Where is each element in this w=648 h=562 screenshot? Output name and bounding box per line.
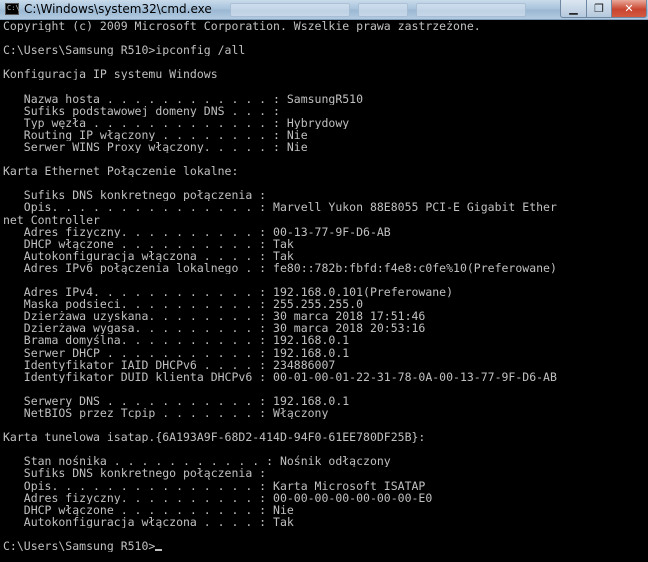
text-cursor — [155, 549, 163, 552]
background-window-tab — [230, 3, 350, 17]
console-line: DHCP włączone . . . . . . . . . . : Nie — [3, 503, 294, 516]
close-icon: ✕ — [624, 2, 634, 15]
console-line: Typ węzła . . . . . . . . . . . . . : Hy… — [3, 116, 350, 129]
console-line: Dzierżawa uzyskana. . . . . . . . : 30 m… — [3, 310, 426, 323]
maximize-icon: ❐ — [594, 2, 604, 15]
console-line: Sufiks DNS konkretnego połączenia : — [3, 467, 267, 480]
console-line: Identyfikator DUID klienta DHCPv6 : 00-0… — [3, 370, 557, 383]
console-line: Konfiguracja IP systemu Windows — [3, 68, 218, 81]
console-line: Sufiks DNS konkretnego połączenia : — [3, 189, 267, 202]
title-bar[interactable]: C:\ C:\Windows\system32\cmd.exe ▁ ❐ ✕ — [0, 0, 648, 20]
console-line: net Controller — [3, 213, 100, 226]
background-window-tab — [358, 3, 408, 17]
cmd-icon[interactable]: C:\ — [5, 3, 20, 15]
console-line: Copyright (c) 2009 Microsoft Corporation… — [3, 20, 481, 33]
console-line: Adres IPv6 połączenia lokalnego . : fe80… — [3, 261, 557, 274]
minimize-button[interactable]: ▁ — [560, 0, 587, 18]
console-line: Identyfikator IAID DHCPv6 . . . . : 2348… — [3, 358, 336, 371]
close-button[interactable]: ✕ — [611, 0, 647, 18]
window-title: C:\Windows\system32\cmd.exe — [24, 2, 212, 16]
console-line: NetBIOS przez Tcpip . . . . . . . : Włąc… — [3, 407, 329, 420]
console-line: Serwer WINS Proxy włączony. . . . . : Ni… — [3, 140, 308, 154]
cmd-window: C:\ C:\Windows\system32\cmd.exe ▁ ❐ ✕ Co… — [0, 0, 648, 562]
console-line: Autokonfiguracja włączona . . . . : Tak — [3, 249, 294, 262]
console-line: Stan nośnika . . . . . . . . . . . : Noś… — [3, 455, 391, 468]
console-line: Karta tunelowa isatap.{6A193A9F-68D2-414… — [3, 431, 426, 444]
console-line: Opis. . . . . . . . . . . . . . . : Kart… — [3, 479, 426, 492]
background-windows — [230, 3, 530, 17]
console-line: C:\Users\Samsung R510> — [3, 540, 643, 552]
console-line: Adres IPv4. . . . . . . . . . . . : 192.… — [3, 286, 454, 299]
console-output[interactable]: Copyright (c) 2009 Microsoft Corporation… — [3, 20, 643, 562]
console-line: Brama domyślna. . . . . . . . . . : 192.… — [3, 334, 350, 347]
console-line: DHCP włączone . . . . . . . . . . : Tak — [3, 237, 294, 250]
console-line: Maska podsieci. . . . . . . . . . : 255.… — [3, 298, 364, 311]
console-line: Serwer DHCP . . . . . . . . . . . : 192.… — [3, 346, 350, 359]
console-line: Autokonfiguracja włączona . . . . : Tak — [3, 515, 294, 528]
console-line: Adres fizyczny. . . . . . . . . . : 00-0… — [3, 491, 433, 504]
background-window-tab — [416, 3, 526, 17]
console-line: Nazwa hosta . . . . . . . . . . . . : Sa… — [3, 92, 364, 105]
console-line: Serwery DNS . . . . . . . . . . . : 192.… — [3, 394, 350, 407]
console-line: Routing IP włączony . . . . . . . . : Ni… — [3, 128, 308, 141]
console-line: Dzierżawa wygasa. . . . . . . . . : 30 m… — [3, 322, 426, 335]
cmd-icon-label: C:\ — [7, 4, 20, 12]
console-line: Sufiks podstawowej domeny DNS . . . : — [3, 104, 280, 117]
console-line: Adres fizyczny. . . . . . . . . . : 00-1… — [3, 225, 391, 238]
console-line: C:\Users\Samsung R510>ipconfig /all — [3, 44, 246, 57]
minimize-icon: ▁ — [569, 2, 578, 15]
console-line: Karta Ethernet Połączenie lokalne: — [3, 165, 239, 178]
maximize-button[interactable]: ❐ — [586, 0, 612, 18]
console-line: Opis. . . . . . . . . . . . . . . : Marv… — [3, 201, 557, 214]
